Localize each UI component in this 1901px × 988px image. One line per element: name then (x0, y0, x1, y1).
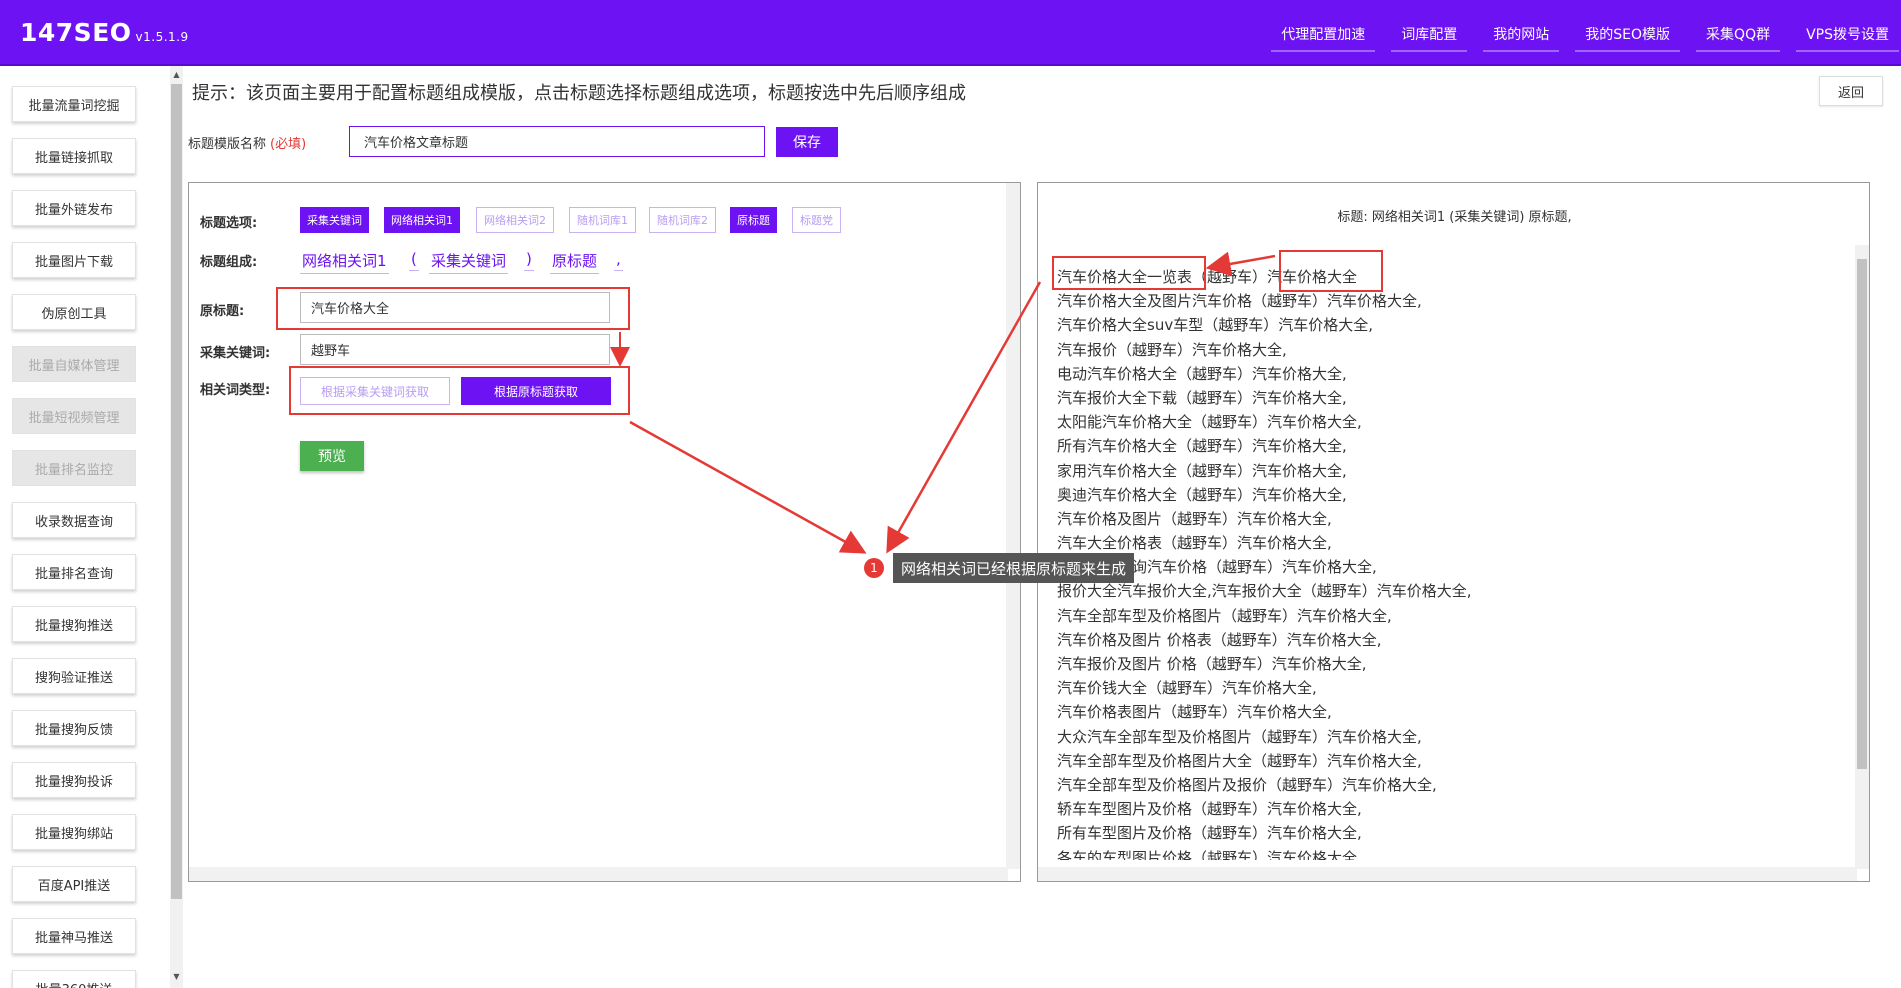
nav-my-seo-templates[interactable]: 我的SEO模版 (1575, 18, 1681, 52)
sidebar-item-backlink-publish[interactable]: 批量外链发布 (12, 190, 136, 226)
nav-qq-group[interactable]: 采集QQ群 (1696, 18, 1781, 52)
left-panel-hscroll[interactable] (189, 867, 1008, 881)
sidebar-item-shenma-push[interactable]: 批量神马推送 (12, 918, 136, 954)
logo-text: 147SEO (20, 18, 132, 47)
list-item: 汽车价格大全suv车型（越野车）汽车价格大全, (1057, 316, 1373, 335)
nav-lexicon-config[interactable]: 词库配置 (1391, 18, 1468, 52)
sidebar-item-media-manage: 批量自媒体管理 (12, 346, 136, 382)
preview-button[interactable]: 预览 (300, 441, 364, 471)
list-item: 汽车价格大全及图片汽车价格（越野车）汽车价格大全, (1057, 292, 1422, 311)
option-random-lexicon-2[interactable]: 随机词库2 (649, 207, 716, 233)
scroll-down-icon[interactable]: ▼ (172, 972, 181, 982)
right-panel-vscroll[interactable] (1855, 245, 1869, 869)
keyword-input[interactable] (300, 334, 610, 365)
app-logo: 147SEO v1.5.1.9 (20, 18, 189, 47)
right-panel-scroll-thumb[interactable] (1857, 259, 1867, 769)
composition-item[interactable]: 原标题 (550, 250, 600, 274)
nav-my-sites[interactable]: 我的网站 (1483, 18, 1560, 52)
list-item: 汽车价格及图片 价格表（越野车）汽车价格大全, (1057, 630, 1382, 649)
list-item: 汽车报价大全下载（越野车）汽车价格大全, (1057, 388, 1347, 407)
composition-item[interactable]: ( (409, 250, 419, 271)
composition-item[interactable]: 采集关键词 (429, 250, 509, 274)
list-item: 轿车车型图片及价格（越野车）汽车价格大全, (1057, 800, 1362, 819)
sidebar-item-rank-query[interactable]: 批量排名查询 (12, 554, 136, 590)
type-label: 相关词类型: (200, 383, 271, 398)
list-item: 汽车价格表图片（越野车）汽车价格大全, (1057, 703, 1332, 722)
list-item: 汽车全部车型及价格图片大全（越野车）汽车价格大全, (1057, 751, 1422, 770)
page-tip: 提示：该页面主要用于配置标题组成模版，点击标题选择标题组成选项，标题按选中先后顺… (192, 83, 966, 104)
sidebar: 批量流量词挖掘 批量链接抓取 批量外链发布 批量图片下载 伪原创工具 批量自媒体… (0, 66, 170, 988)
list-item: 大众汽车全部车型及价格图片（越野车）汽车价格大全, (1057, 727, 1422, 746)
sidebar-item-link-crawl[interactable]: 批量链接抓取 (12, 138, 136, 174)
required-label: (必填) (270, 137, 307, 152)
sidebar-item-traffic-words[interactable]: 批量流量词挖掘 (12, 86, 136, 122)
highlight-original-title-result (1279, 250, 1383, 292)
list-item: 家用汽车价格大全（越野车）汽车价格大全, (1057, 461, 1347, 480)
option-clickbait[interactable]: 标题党 (792, 207, 841, 233)
list-item: 汽车报价（越野车）汽车价格大全, (1057, 340, 1287, 359)
scroll-up-icon[interactable]: ▲ (172, 70, 181, 80)
sidebar-item-sogou-feedback[interactable]: 批量搜狗反馈 (12, 710, 136, 746)
sidebar-item-pseudo-original[interactable]: 伪原创工具 (12, 294, 136, 330)
right-panel-hscroll[interactable] (1038, 867, 1857, 881)
sidebar-item-image-download[interactable]: 批量图片下载 (12, 242, 136, 278)
option-original-title[interactable]: 原标题 (730, 207, 777, 233)
sidebar-item-sogou-verify-push[interactable]: 搜狗验证推送 (12, 658, 136, 694)
list-item: 所有车型图片及价格（越野车）汽车价格大全, (1057, 824, 1362, 843)
option-related-word-1[interactable]: 网络相关词1 (384, 207, 460, 233)
sidebar-item-360-push[interactable]: 批量360推送 (12, 970, 136, 988)
highlight-type-buttons (289, 366, 630, 415)
template-name-label: 标题模版名称 (必填) (188, 137, 307, 152)
top-bar: 147SEO v1.5.1.9 代理配置加速 词库配置 我的网站 我的SEO模版 … (0, 0, 1901, 66)
list-item: 奥迪汽车价格大全（越野车）汽车价格大全, (1057, 485, 1347, 504)
template-name-input[interactable] (349, 126, 765, 157)
keyword-label: 采集关键词: (200, 346, 271, 361)
list-item: 电动汽车价格大全（越野车）汽车价格大全, (1057, 364, 1347, 383)
sidebar-scrollbar[interactable]: ▲ ▼ (170, 66, 183, 988)
list-item: 各车的车型图片价格（越野车）汽车价格大全, (1057, 848, 1362, 861)
list-item: 汽车大全价格表（越野车）汽车价格大全, (1057, 534, 1332, 553)
composition-item[interactable]: 网络相关词1 (300, 250, 389, 274)
sidebar-item-baidu-api-push[interactable]: 百度API推送 (12, 866, 136, 902)
list-item: 汽车价钱大全（越野车）汽车价格大全, (1057, 679, 1317, 698)
save-button[interactable]: 保存 (776, 127, 838, 157)
composition-label: 标题组成: (200, 255, 258, 270)
preview-title: 标题: 网络相关词1 (采集关键词) 原标题, (1337, 210, 1572, 225)
composition-item[interactable]: ) (524, 250, 534, 271)
option-collect-keyword[interactable]: 采集关键词 (300, 207, 369, 233)
list-item: 汽车报价及图片 价格（越野车）汽车价格大全, (1057, 655, 1367, 673)
composition-item[interactable]: , (614, 250, 623, 271)
sidebar-item-rank-monitor: 批量排名监控 (12, 450, 136, 486)
sidebar-item-sogou-push[interactable]: 批量搜狗推送 (12, 606, 136, 642)
sidebar-scroll-thumb[interactable] (171, 84, 182, 899)
version-label: v1.5.1.9 (135, 30, 189, 44)
list-item: 所有汽车价格大全（越野车）汽车价格大全, (1057, 437, 1347, 456)
result-list: 汽车价格大全一览表（越野车）汽车价格大全 汽车价格大全及图片汽车价格（越野车）汽… (1057, 265, 1837, 860)
sidebar-item-sogou-bind[interactable]: 批量搜狗绑站 (12, 814, 136, 850)
nav-vps-dialup[interactable]: VPS拨号设置 (1796, 18, 1899, 52)
highlight-related-word (1052, 256, 1206, 290)
top-nav: 代理配置加速 词库配置 我的网站 我的SEO模版 采集QQ群 VPS拨号设置 (1255, 18, 1899, 52)
original-title-label: 原标题: (200, 304, 245, 319)
list-item: 太阳能汽车价格大全（越野车）汽车价格大全, (1057, 413, 1362, 432)
list-item: 报价大全汽车报价大全,汽车报价大全（越野车）汽车价格大全, (1057, 582, 1472, 601)
list-item: 汽车价格及图片（越野车）汽车价格大全, (1057, 509, 1332, 528)
sidebar-item-sogou-complaint[interactable]: 批量搜狗投诉 (12, 762, 136, 798)
callout-number: 1 (864, 558, 884, 578)
sidebar-item-index-query[interactable]: 收录数据查询 (12, 502, 136, 538)
list-item: 汽车报价查询汽车价格（越野车）汽车价格大全, (1057, 558, 1377, 577)
callout-text: 网络相关词已经根据原标题来生成 (893, 553, 1135, 583)
back-button[interactable]: 返回 (1819, 76, 1883, 106)
title-options-label: 标题选项: (200, 216, 258, 231)
sidebar-item-video-manage: 批量短视频管理 (12, 398, 136, 434)
option-random-lexicon-1[interactable]: 随机词库1 (569, 207, 636, 233)
left-panel-vscroll[interactable] (1006, 183, 1020, 869)
highlight-original-title (276, 287, 630, 330)
list-item: 汽车全部车型及价格图片（越野车）汽车价格大全, (1057, 606, 1392, 625)
option-related-word-2[interactable]: 网络相关词2 (476, 207, 554, 233)
list-item: 汽车全部车型及价格图片及报价（越野车）汽车价格大全, (1057, 775, 1437, 794)
nav-proxy-config[interactable]: 代理配置加速 (1271, 18, 1376, 52)
